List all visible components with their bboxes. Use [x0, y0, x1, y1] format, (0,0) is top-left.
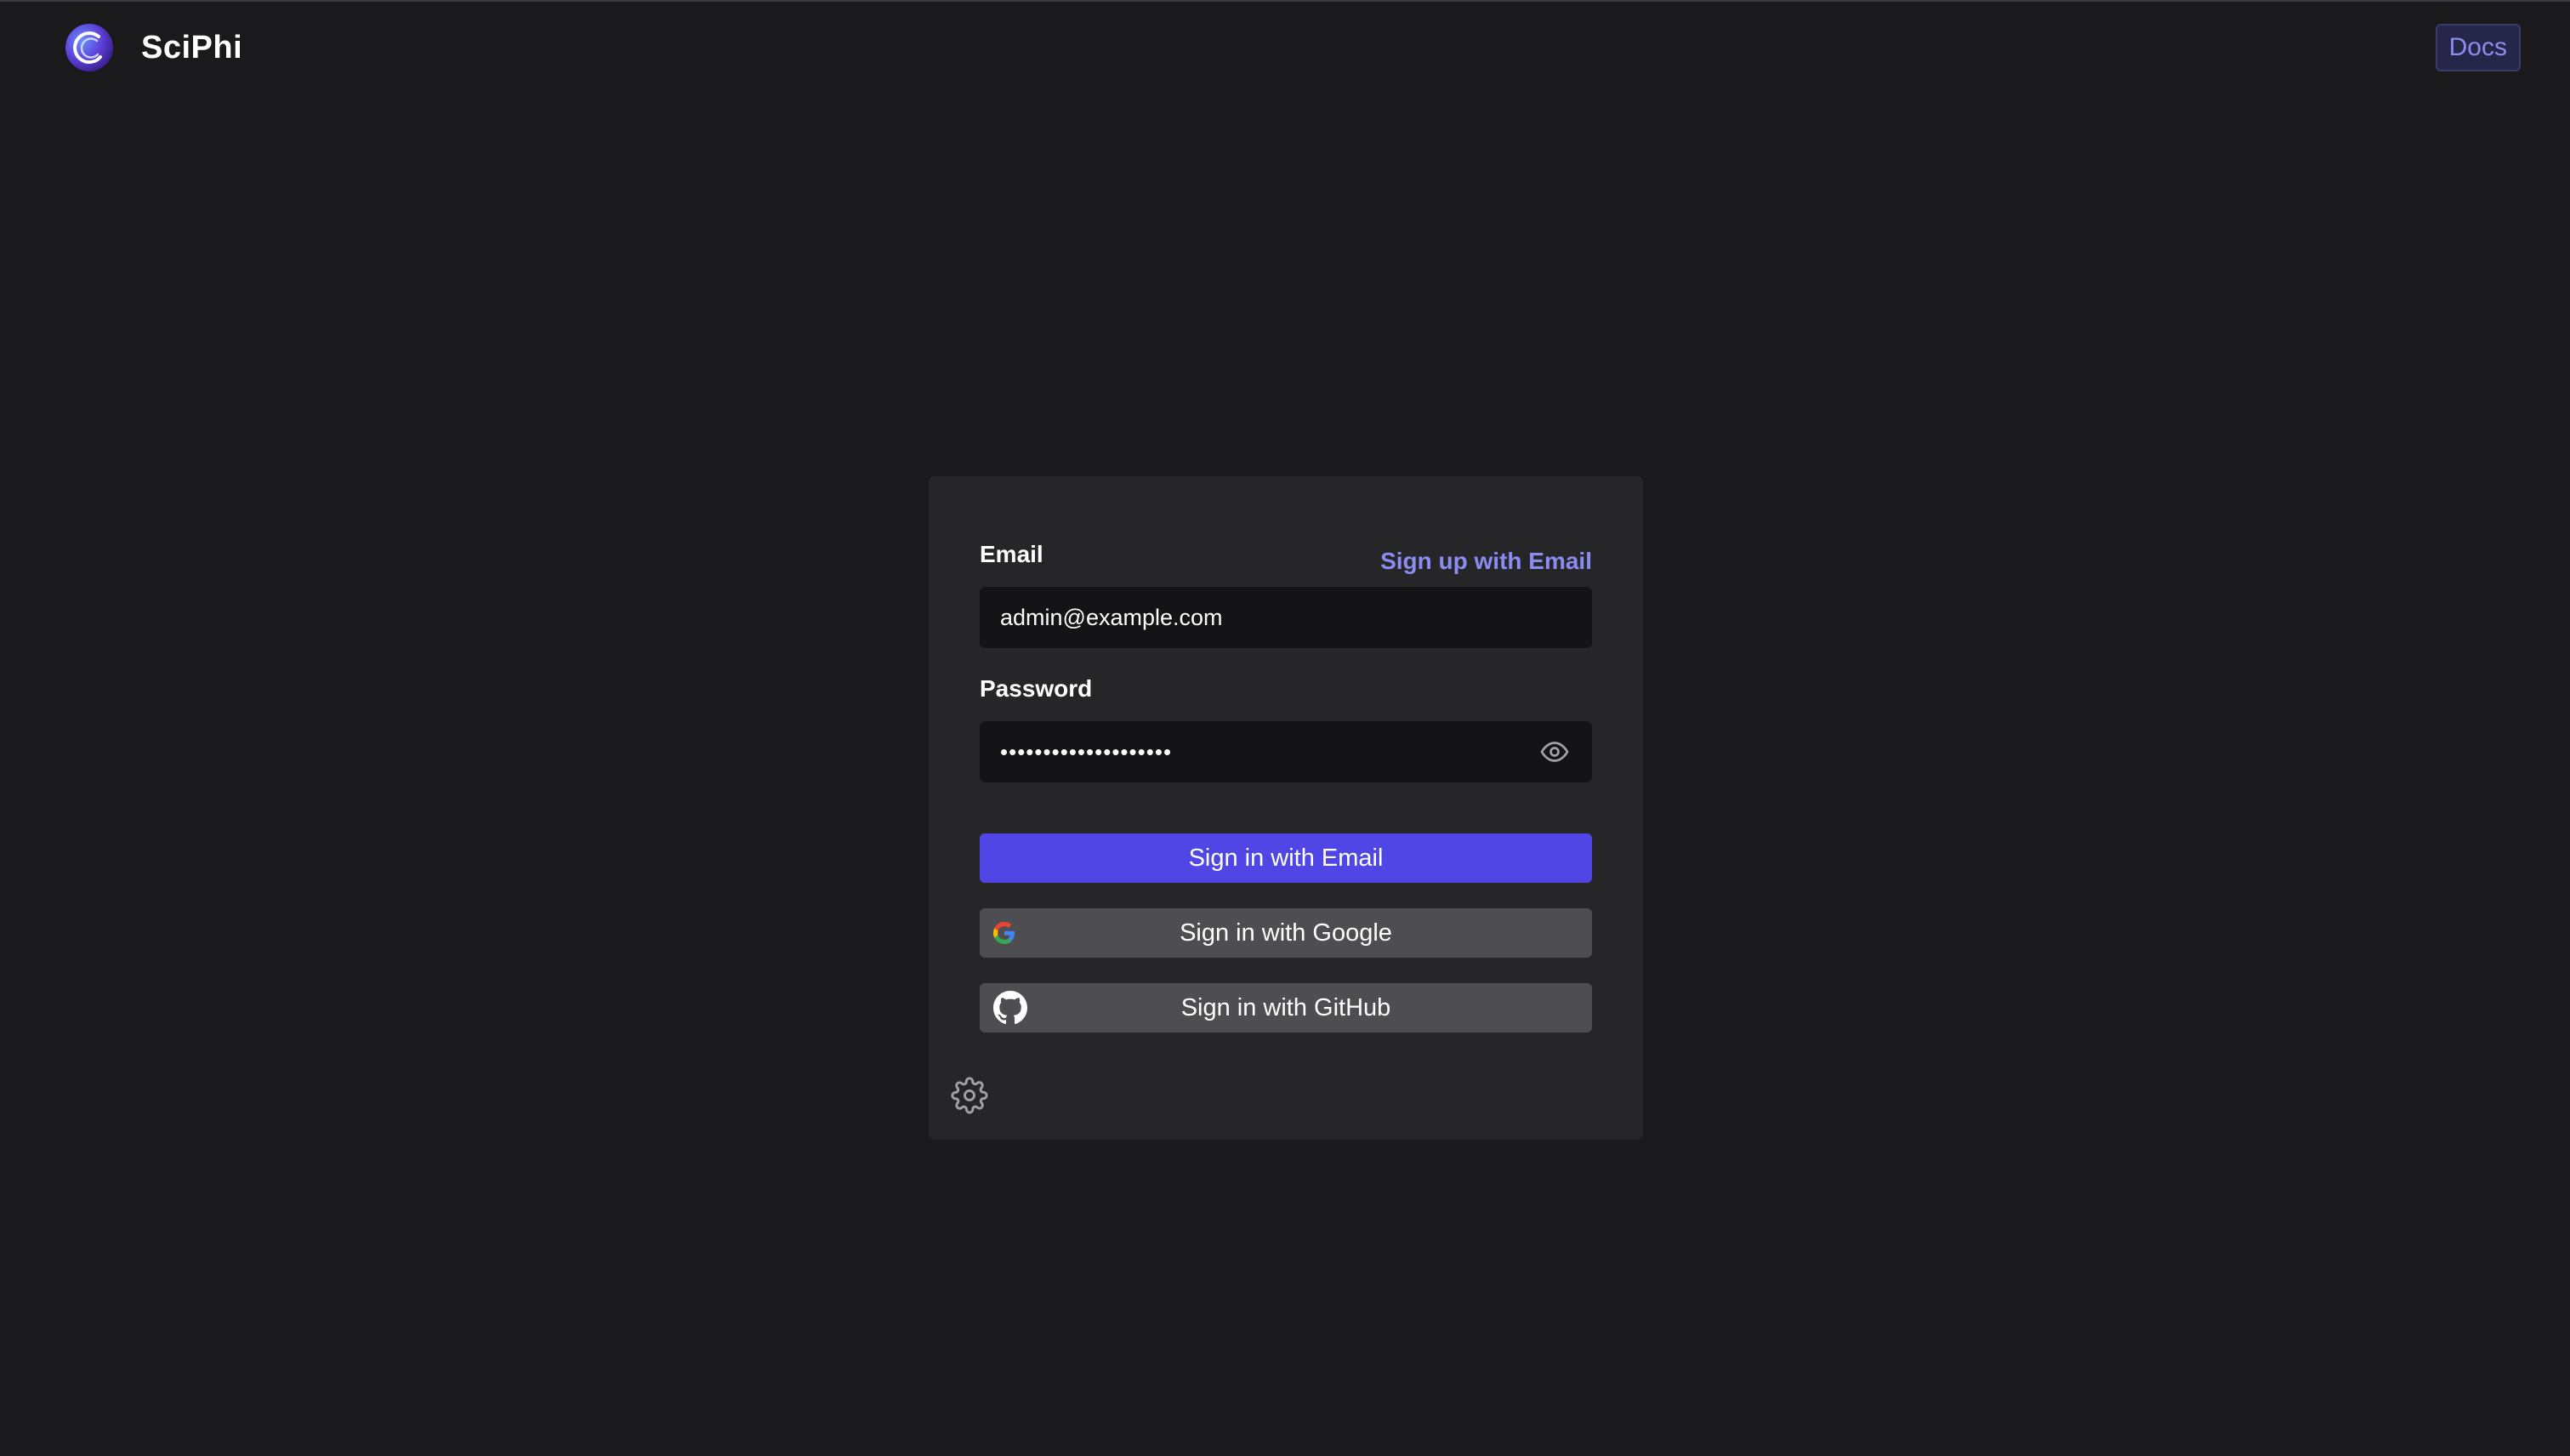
sign-in-github-button[interactable]: Sign in with GitHub — [980, 983, 1592, 1032]
login-card: Email Sign up with Email Password Sign i… — [929, 476, 1643, 1140]
email-field[interactable] — [1000, 604, 1572, 631]
email-label: Email — [980, 541, 1043, 567]
password-label: Password — [980, 675, 1093, 702]
sign-in-email-button[interactable]: Sign in with Email — [980, 833, 1592, 883]
password-field-wrapper — [980, 721, 1592, 782]
github-icon — [993, 991, 1027, 1025]
signup-link[interactable]: Sign up with Email — [1380, 548, 1592, 575]
docs-button[interactable]: Docs — [2435, 24, 2521, 71]
sign-in-google-button[interactable]: Sign in with Google — [980, 908, 1592, 958]
sign-in-github-label: Sign in with GitHub — [1180, 993, 1391, 1021]
google-icon — [993, 922, 1015, 944]
eye-icon[interactable] — [1538, 735, 1572, 769]
gear-icon[interactable] — [951, 1077, 988, 1114]
sign-in-email-label: Sign in with Email — [1188, 844, 1384, 872]
brand-name: SciPhi — [141, 29, 243, 65]
sciphi-logo-icon — [65, 23, 114, 72]
brand[interactable]: SciPhi — [65, 22, 242, 73]
password-field[interactable] — [1000, 738, 1538, 765]
email-field-wrapper — [980, 587, 1592, 648]
sign-in-google-label: Sign in with Google — [1180, 919, 1392, 947]
login-page: SciPhi Docs Email Sign up with Email Pas… — [0, 0, 2570, 1456]
